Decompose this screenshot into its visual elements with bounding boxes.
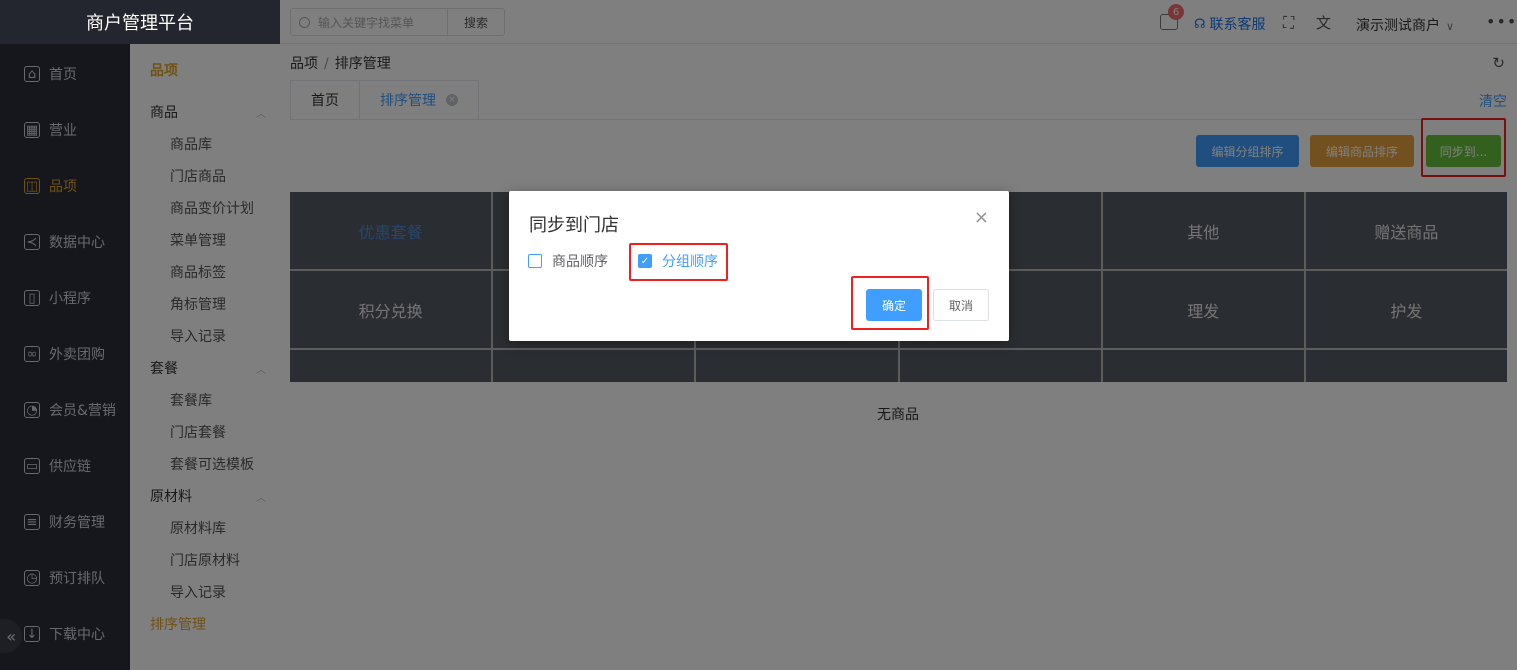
product-order-checkbox[interactable]: 商品顺序 <box>528 251 608 271</box>
highlight-box <box>629 243 728 281</box>
highlight-box <box>851 276 929 330</box>
checkbox-box[interactable] <box>528 254 542 268</box>
dialog-title: 同步到门店 <box>529 215 619 236</box>
checkbox-label: 商品顺序 <box>552 254 608 270</box>
close-icon[interactable]: × <box>974 207 989 228</box>
cancel-button[interactable]: 取消 <box>933 289 989 321</box>
brand-title: 商户管理平台 <box>0 0 280 44</box>
sync-to-store-dialog: 同步到门店 × 商品顺序 ✓ 分组顺序 确定 取消 <box>509 191 1009 341</box>
